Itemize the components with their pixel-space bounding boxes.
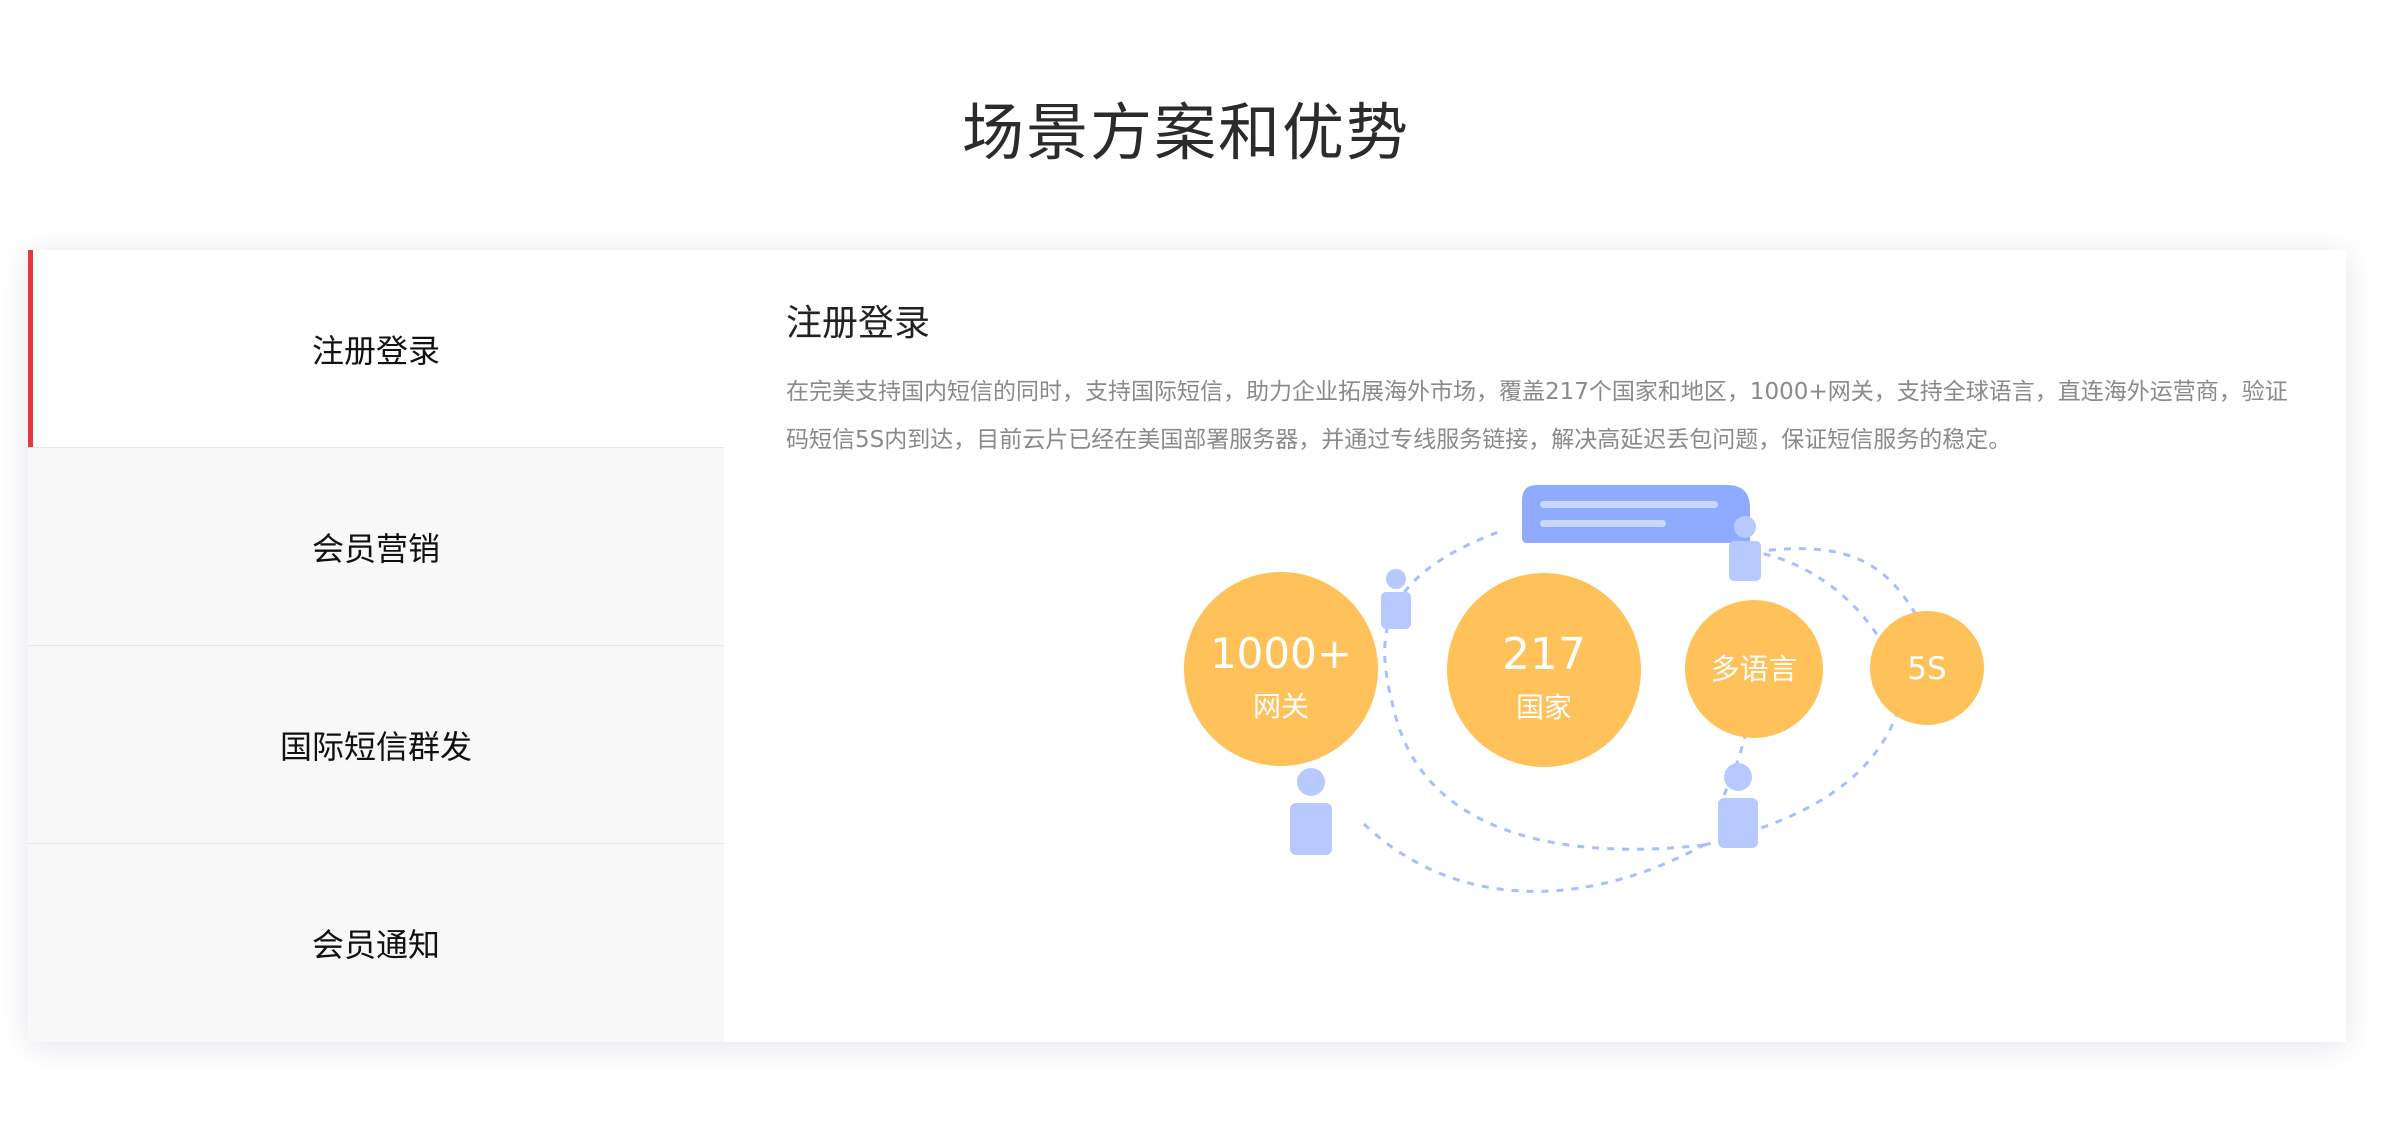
person-icon xyxy=(1290,768,1332,855)
dashed-connectors xyxy=(1362,528,1918,893)
bubble-1000-value: 1000+ xyxy=(1210,629,1352,678)
bubble-217-label: 国家 xyxy=(1516,691,1572,724)
person-icon xyxy=(1718,763,1758,848)
bubble-1000-gateway: 1000+ 网关 xyxy=(1184,572,1378,766)
bubble-217-value: 217 xyxy=(1502,629,1586,680)
tab-label: 会员通知 xyxy=(311,926,440,964)
tab-content: 注册登录 在完美支持国内短信的同时，支持国际短信，助力企业拓展海外市场，覆盖21… xyxy=(724,250,2346,1042)
tab-label: 会员营销 xyxy=(311,529,440,568)
bubble-multilanguage: 多语言 xyxy=(1685,600,1823,738)
tab-member-notice[interactable]: 会员通知 xyxy=(28,844,724,1042)
bubble-5s-label: 5S xyxy=(1907,651,1946,687)
scenario-tabs: 注册登录 会员营销 国际短信群发 会员通知 xyxy=(28,250,724,1042)
message-icon xyxy=(1522,485,1750,543)
tab-register-login[interactable]: 注册登录 xyxy=(28,250,724,448)
page-title: 场景方案和优势 xyxy=(961,96,1410,169)
scenario-panel: 注册登录 会员营销 国际短信群发 会员通知 注册登录 在完美支持国内短信的同时，… xyxy=(28,250,2346,1042)
tab-label: 国际短信群发 xyxy=(279,727,472,766)
bubble-5s: 5S xyxy=(1870,611,1984,725)
sms-illustration: 1000+ 网关 217 国家 多语言 5S xyxy=(1184,485,1984,893)
tab-international-sms[interactable]: 国际短信群发 xyxy=(28,646,724,844)
bubble-217-countries: 217 国家 xyxy=(1447,573,1641,767)
tab-member-marketing[interactable]: 会员营销 xyxy=(28,448,724,646)
bubble-multilanguage-label: 多语言 xyxy=(1710,652,1797,686)
person-icon xyxy=(1381,569,1411,629)
bubble-1000-label: 网关 xyxy=(1253,690,1309,723)
tab-label: 注册登录 xyxy=(311,331,440,370)
